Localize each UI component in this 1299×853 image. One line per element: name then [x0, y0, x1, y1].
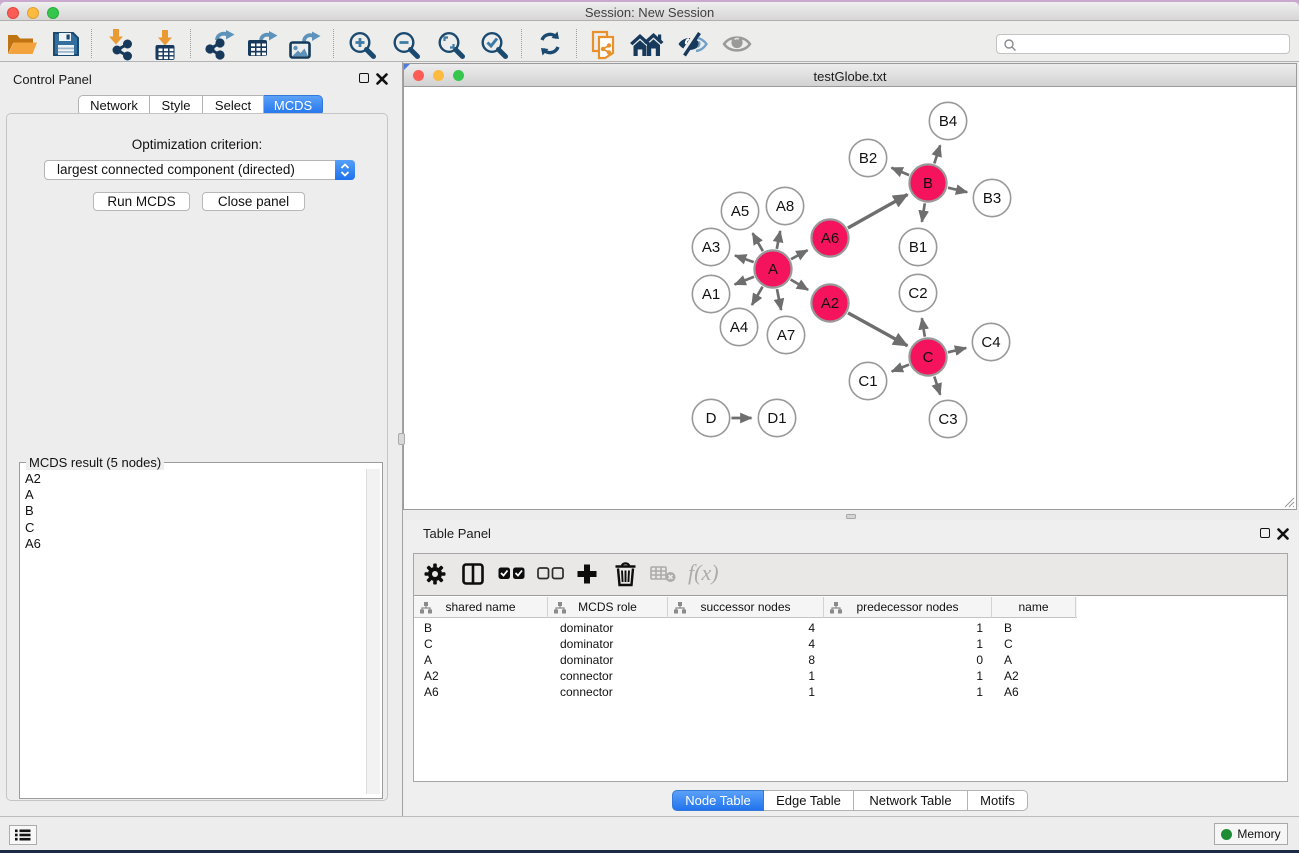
- svg-text:A4: A4: [730, 319, 748, 336]
- svg-text:C4: C4: [981, 334, 1000, 351]
- svg-text:C: C: [923, 349, 934, 366]
- svg-text:B2: B2: [859, 150, 877, 167]
- svg-text:A5: A5: [731, 203, 749, 220]
- svg-text:A1: A1: [702, 286, 720, 303]
- svg-text:B1: B1: [909, 239, 927, 256]
- svg-text:C1: C1: [858, 373, 877, 390]
- svg-text:B: B: [923, 175, 933, 192]
- svg-text:A7: A7: [777, 327, 795, 344]
- svg-text:C2: C2: [908, 285, 927, 302]
- svg-text:C3: C3: [938, 411, 957, 428]
- svg-text:D: D: [706, 410, 717, 427]
- svg-text:B3: B3: [983, 190, 1001, 207]
- svg-text:D1: D1: [767, 410, 786, 427]
- svg-text:A8: A8: [776, 198, 794, 215]
- svg-text:A6: A6: [821, 230, 839, 247]
- svg-text:B4: B4: [939, 113, 957, 130]
- svg-text:A: A: [768, 261, 778, 278]
- svg-text:A3: A3: [702, 239, 720, 256]
- svg-text:A2: A2: [821, 295, 839, 312]
